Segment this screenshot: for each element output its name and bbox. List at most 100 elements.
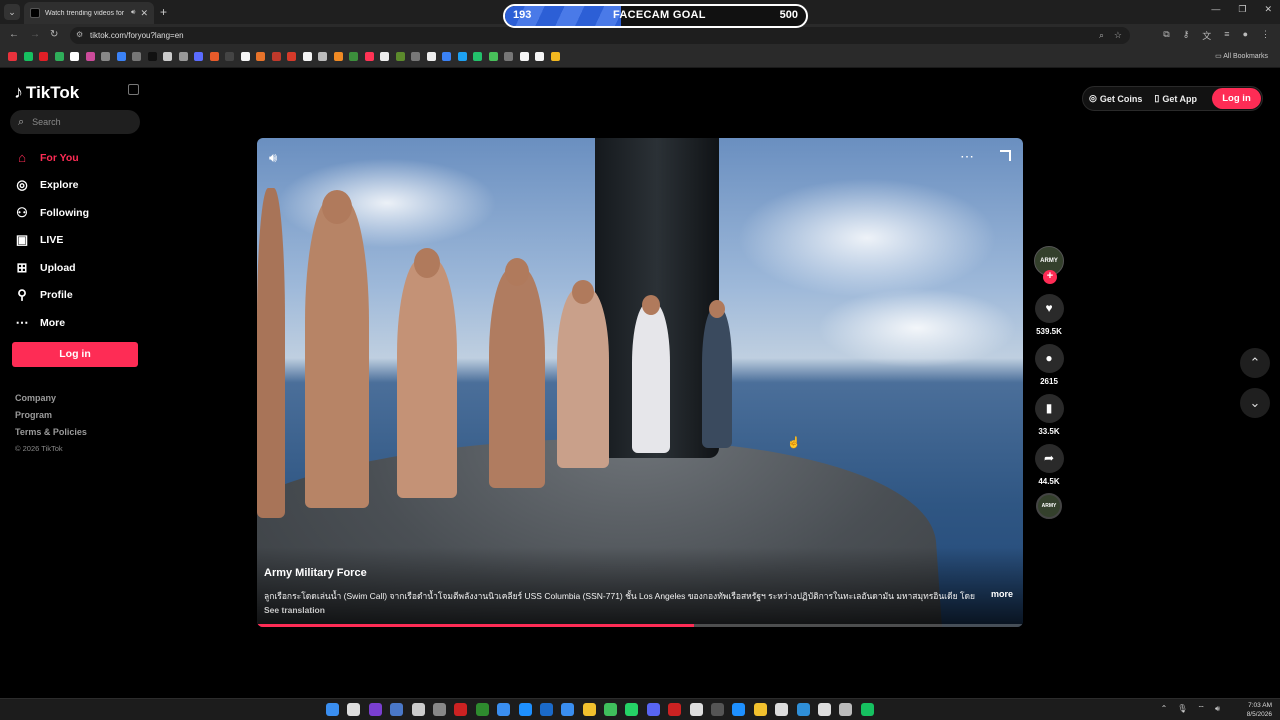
music-disc[interactable]: ARMY xyxy=(1036,493,1062,519)
like-action[interactable]: ♥ 539.5K xyxy=(1033,294,1065,337)
microphone-icon[interactable]: 🎙︎ xyxy=(1177,704,1187,714)
comment-icon[interactable]: ● xyxy=(1034,344,1064,373)
back-icon[interactable]: ← xyxy=(9,29,19,40)
bookmark-icon[interactable] xyxy=(488,52,498,61)
tab-close-icon[interactable]: ✕ xyxy=(140,8,148,19)
header-login-button[interactable]: Log in xyxy=(1212,88,1261,109)
share-action[interactable]: ➦ 44.5K xyxy=(1033,444,1065,487)
bookmark-icon[interactable] xyxy=(442,52,451,61)
follow-plus-icon[interactable]: + xyxy=(1043,270,1057,284)
taskbar-app-icon[interactable] xyxy=(561,703,575,716)
get-app-button[interactable]: ▯ Get App xyxy=(1148,93,1203,104)
bookmark-icon[interactable] xyxy=(163,52,172,61)
bookmark-icon[interactable] xyxy=(194,52,203,61)
comment-action[interactable]: ● 2615 xyxy=(1033,344,1065,387)
url-text[interactable]: tiktok.com/foryou?lang=en xyxy=(90,31,184,40)
bookmark-icon[interactable] xyxy=(147,52,157,61)
bookmark-icon[interactable] xyxy=(8,52,17,61)
taskbar-app-icon[interactable] xyxy=(817,703,831,716)
bookmark-icon[interactable] xyxy=(209,52,219,61)
bookmark-icon[interactable] xyxy=(271,52,281,61)
site-info-icon[interactable]: ⚙ xyxy=(76,30,83,39)
volume-tray-icon[interactable]: 🔊︎ xyxy=(1215,704,1220,714)
taskbar-app-icon[interactable] xyxy=(839,703,853,716)
footer-company-link[interactable]: Company xyxy=(15,393,87,410)
video-player[interactable]: 🔊︎ ⋯ Army Military Force ลูกเรือกระโดดเล… xyxy=(257,138,1023,627)
bookmark-icon[interactable] xyxy=(70,52,79,61)
taskbar-app-icon[interactable] xyxy=(775,703,789,716)
volume-icon[interactable]: 🔊︎ xyxy=(269,150,277,166)
taskbar-app-icon[interactable] xyxy=(711,703,725,716)
save-action[interactable]: ▮ 33.5K xyxy=(1033,394,1065,437)
bookmark-icon[interactable] xyxy=(302,52,312,61)
share-icon[interactable]: ➦ xyxy=(1034,444,1064,473)
bookmark-icon[interactable] xyxy=(23,52,33,61)
get-coins-button[interactable]: ◎ Get Coins xyxy=(1083,93,1148,104)
taskbar-app-icon[interactable] xyxy=(518,703,532,716)
video-progress-bar[interactable] xyxy=(257,624,1023,627)
sidebar-item-for-you[interactable]: ⌂ For You xyxy=(14,144,89,172)
bookmark-icon[interactable] xyxy=(349,52,358,61)
heart-icon[interactable]: ♥ xyxy=(1034,294,1064,323)
profile-avatar-icon[interactable]: ● xyxy=(1243,29,1248,42)
bookmark-icon[interactable] xyxy=(457,52,467,61)
media-control-icon[interactable]: ≡ xyxy=(1224,29,1229,42)
taskbar-app-icon[interactable] xyxy=(390,703,404,716)
reload-icon[interactable]: ↻ xyxy=(50,29,58,40)
taskbar-app-icon[interactable] xyxy=(668,703,682,716)
bookmark-icon[interactable] xyxy=(395,52,405,61)
taskbar-app-icon[interactable] xyxy=(497,703,511,716)
taskbar-app-icon[interactable] xyxy=(368,703,382,716)
address-bar[interactable]: ⚙ tiktok.com/foryou?lang=en ⌕ ☆ xyxy=(70,27,1130,44)
tray-expand-icon[interactable]: ⌃ xyxy=(1161,704,1168,714)
taskbar-app-icon[interactable] xyxy=(689,703,703,716)
bookmark-icon[interactable]: ▮ xyxy=(1034,394,1064,423)
browser-tab[interactable]: Watch trending videos for you 🔊︎ ✕ xyxy=(24,2,154,24)
collapse-sidebar-icon[interactable] xyxy=(128,84,139,95)
taskbar-app-icon[interactable] xyxy=(646,703,660,716)
tiktok-logo[interactable]: ♪ TikTok xyxy=(14,82,79,103)
restore-icon[interactable]: ❐ xyxy=(1238,4,1246,15)
taskbar-app-icon[interactable] xyxy=(625,703,639,716)
bookmark-icon[interactable] xyxy=(240,52,250,61)
bookmark-icon[interactable] xyxy=(178,52,188,61)
previous-video-button[interactable]: ⌃ xyxy=(1240,348,1270,378)
next-video-button[interactable]: ⌄ xyxy=(1240,388,1270,418)
bookmark-icon[interactable] xyxy=(287,52,296,61)
taskbar-app-icon[interactable] xyxy=(753,703,767,716)
taskbar-app-icon[interactable] xyxy=(475,703,489,716)
search-input[interactable]: ⌕ Search xyxy=(10,110,140,134)
sidebar-item-explore[interactable]: ◎ Explore xyxy=(14,172,89,200)
bookmark-icon[interactable] xyxy=(54,52,64,61)
footer-program-link[interactable]: Program xyxy=(15,410,87,427)
video-options-icon[interactable]: ⋯ xyxy=(960,148,975,165)
bookmark-icon[interactable] xyxy=(85,52,95,61)
sidebar-item-following[interactable]: ⚇ Following xyxy=(14,199,89,227)
network-icon[interactable]: ⌔ xyxy=(1197,704,1205,714)
zoom-icon[interactable]: ⌕ xyxy=(1099,30,1104,41)
taskbar-app-icon[interactable] xyxy=(732,703,746,716)
taskbar-app-icon[interactable] xyxy=(432,703,446,716)
bookmark-icon[interactable] xyxy=(504,52,513,61)
taskbar-app-icon[interactable] xyxy=(539,703,553,716)
bookmark-icon[interactable] xyxy=(535,52,544,61)
bookmark-icon[interactable] xyxy=(364,52,374,61)
speaker-icon[interactable]: 🔊︎ xyxy=(131,9,135,17)
sidebar-item-upload[interactable]: ⊞ Upload xyxy=(14,254,89,282)
system-clock[interactable]: 7:03 AM 8/5/2026 xyxy=(1247,701,1272,719)
minimize-icon[interactable]: — xyxy=(1211,4,1220,15)
bookmark-icon[interactable] xyxy=(116,52,126,61)
new-tab-button[interactable]: + xyxy=(160,4,167,20)
bookmark-icon[interactable] xyxy=(39,52,48,61)
bookmark-icon[interactable] xyxy=(473,52,482,61)
sidebar-item-profile[interactable]: ⚲ Profile xyxy=(14,282,89,310)
footer-terms-link[interactable]: Terms & Policies xyxy=(15,427,87,444)
bookmark-icon[interactable] xyxy=(380,52,389,61)
taskbar-app-icon[interactable] xyxy=(604,703,618,716)
bookmark-icon[interactable] xyxy=(225,52,234,61)
bookmark-icon[interactable] xyxy=(256,52,265,61)
sidebar-item-more[interactable]: ⋯ More xyxy=(14,309,89,337)
bookmark-icon[interactable] xyxy=(426,52,436,61)
creator-avatar[interactable]: ARMY + xyxy=(1034,246,1064,284)
bookmark-icon[interactable] xyxy=(411,52,420,61)
